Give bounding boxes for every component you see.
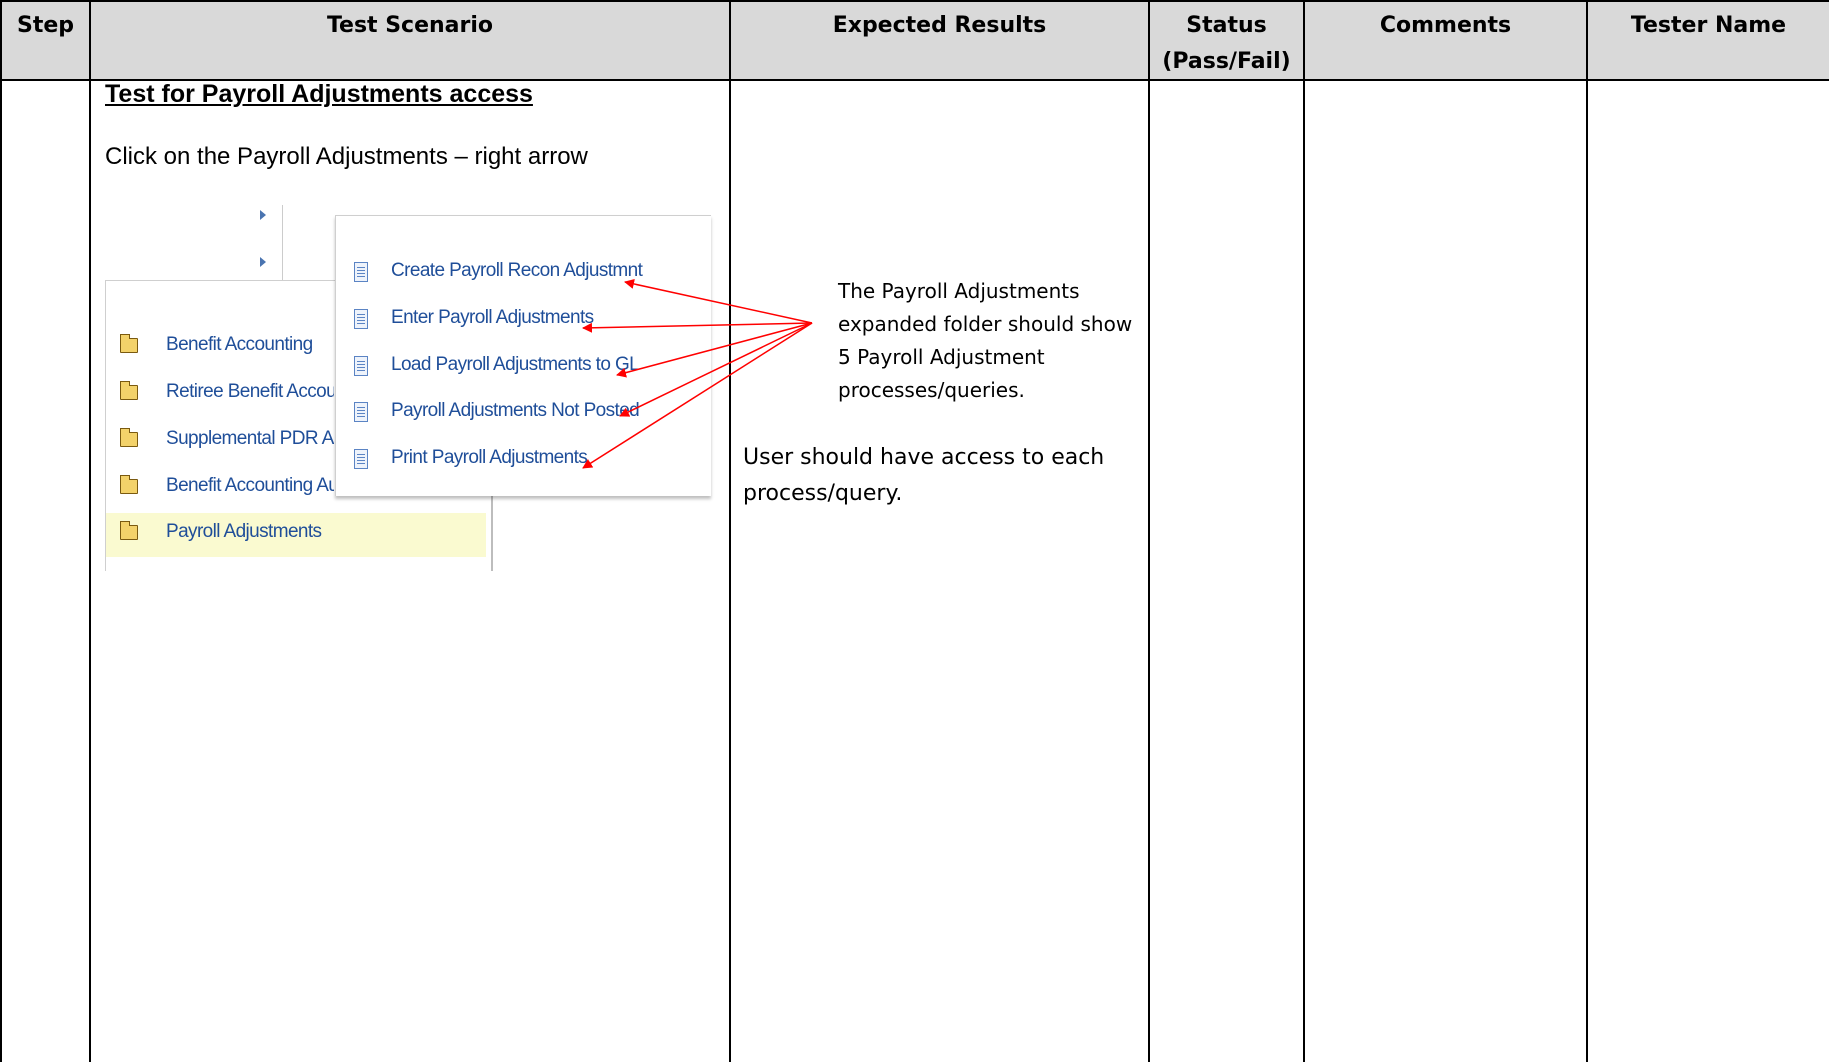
header-status-sublabel: (Pass/Fail) bbox=[1162, 49, 1291, 74]
document-icon bbox=[354, 449, 368, 469]
header-comments: Comments bbox=[1379, 13, 1512, 38]
right-arrow-icon bbox=[260, 257, 266, 267]
submenu-item-label: Payroll Adjustments Not Posted bbox=[391, 400, 640, 421]
expected-note: The Payroll Adjustments expanded folder … bbox=[838, 279, 1133, 402]
right-arrow-icon bbox=[260, 210, 266, 220]
document-icon bbox=[354, 309, 368, 329]
document-icon bbox=[354, 402, 368, 422]
submenu-item-payroll-adjustments-not-posted[interactable]: Payroll Adjustments Not Posted bbox=[336, 396, 706, 436]
submenu-item-create-payroll-recon-adjustmnt[interactable]: Create Payroll Recon Adjustmnt bbox=[336, 256, 706, 296]
menu-item-label: Retiree Benefit Accounting bbox=[166, 381, 334, 402]
folder-icon bbox=[120, 381, 138, 400]
column-divider bbox=[1148, 0, 1150, 1062]
submenu-item-enter-payroll-adjustments[interactable]: Enter Payroll Adjustments bbox=[336, 303, 706, 343]
column-divider bbox=[729, 0, 731, 1062]
submenu-item-label: Load Payroll Adjustments to GL bbox=[391, 354, 640, 375]
divider bbox=[282, 205, 283, 280]
submenu-item-load-payroll-adjustments-to-gl[interactable]: Load Payroll Adjustments to GL bbox=[336, 350, 706, 390]
header-test-scenario: Test Scenario bbox=[326, 13, 494, 38]
table-border-left bbox=[0, 0, 2, 1062]
menu-item-label: Payroll Adjustments bbox=[166, 521, 322, 542]
scenario-instruction: Click on the Payroll Adjustments – right… bbox=[105, 143, 588, 170]
folder-icon bbox=[120, 334, 138, 353]
payroll-adjustments-submenu: Create Payroll Recon Adjustmnt Enter Pay… bbox=[335, 215, 711, 496]
column-divider bbox=[1586, 0, 1588, 1062]
table-top-border bbox=[0, 0, 1829, 2]
folder-icon bbox=[120, 521, 138, 540]
embedded-screenshot: Benefit Accounting Retiree Benefit Accou… bbox=[100, 205, 711, 575]
folder-icon bbox=[120, 475, 138, 494]
menu-item-label: Supplemental PDR Accounting bbox=[166, 428, 334, 449]
menu-item-payroll-adjustments[interactable]: Payroll Adjustments bbox=[106, 513, 486, 557]
header-expected-results: Expected Results bbox=[832, 13, 1047, 38]
column-divider bbox=[89, 0, 91, 1062]
column-divider bbox=[1303, 0, 1305, 1062]
header-status: Status (Pass/Fail) bbox=[1150, 8, 1303, 80]
document-icon bbox=[354, 356, 368, 376]
collapsed-arrows bbox=[260, 205, 290, 285]
submenu-item-label: Create Payroll Recon Adjustmnt bbox=[391, 260, 643, 281]
scenario-title: Test for Payroll Adjustments access bbox=[105, 80, 533, 108]
header-step: Step bbox=[16, 13, 75, 38]
submenu-item-label: Print Payroll Adjustments bbox=[391, 447, 588, 468]
submenu-item-print-payroll-adjustments[interactable]: Print Payroll Adjustments bbox=[336, 443, 706, 483]
menu-item-label: Benefit Accounting Audit bbox=[166, 475, 334, 496]
folder-icon bbox=[120, 428, 138, 447]
header-tester-name: Tester Name bbox=[1630, 13, 1787, 38]
document-icon bbox=[354, 262, 368, 282]
expected-access: User should have access to each process/… bbox=[743, 445, 1105, 506]
header-status-label: Status bbox=[1186, 13, 1267, 38]
submenu-item-label: Enter Payroll Adjustments bbox=[391, 307, 594, 328]
